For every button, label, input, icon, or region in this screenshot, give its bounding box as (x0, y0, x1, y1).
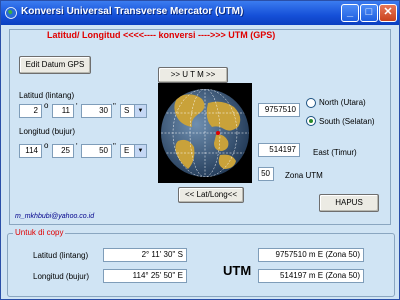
copy-longitude-label: Longitud (bujur) (33, 272, 90, 281)
edit-gps-datum-button[interactable]: Edit Datum GPS (19, 56, 91, 74)
globe-app-icon (5, 7, 17, 19)
second-symbol: " (113, 142, 116, 151)
to-utm-button[interactable]: >> U T M >> (158, 67, 228, 83)
minute-symbol: ' (76, 142, 78, 151)
globe-icon (161, 89, 249, 177)
north-radio-label: North (Utara) (319, 98, 366, 107)
south-radio[interactable] (306, 116, 316, 126)
east-label: East (Timur) (313, 148, 357, 157)
utm-label: UTM (223, 263, 252, 278)
close-button[interactable]: ✕ (379, 4, 397, 22)
copy-latitude-output[interactable]: 2° 11' 30'' S (103, 248, 187, 262)
maximize-button[interactable]: □ (360, 4, 378, 22)
chevron-down-icon[interactable]: ▼ (134, 145, 146, 157)
latitude-label: Latitud (lintang) (19, 91, 75, 100)
zone-input[interactable]: 50 (258, 167, 274, 181)
latitude-minutes-input[interactable]: 11 (52, 104, 74, 118)
to-latlong-button[interactable]: << Lat/Long<< (178, 187, 244, 203)
copy-utm-north-output[interactable]: 9757510 m E (Zona 50) (258, 248, 364, 262)
zone-label: Zona UTM (285, 171, 323, 180)
globe-image (158, 83, 252, 183)
app-window: Konversi Universal Transverse Mercator (… (0, 0, 400, 300)
minimize-button[interactable]: _ (341, 4, 359, 22)
copy-latitude-label: Latitud (lintang) (33, 251, 89, 260)
latitude-hemisphere-value: S (124, 106, 130, 115)
longitude-seconds-input[interactable]: 50 (81, 144, 112, 158)
author-email: m_mkhbubi@yahoo.co.id (15, 213, 95, 220)
hapus-button[interactable]: HAPUS (319, 194, 379, 212)
window-title: Konversi Universal Transverse Mercator (… (21, 6, 244, 17)
copy-group (7, 233, 395, 297)
east-value-input[interactable]: 514197 (258, 143, 300, 157)
minute-symbol: ' (76, 102, 78, 111)
latitude-hemisphere-select[interactable]: S ▼ (120, 104, 147, 118)
longitude-hemisphere-value: E (124, 146, 130, 155)
second-symbol: " (113, 102, 116, 111)
south-radio-label: South (Selatan) (319, 117, 375, 126)
degree-symbol: o (44, 141, 49, 150)
longitude-minutes-input[interactable]: 25 (52, 144, 74, 158)
converter-heading: Latitud/ Longitud <<<<---- konversi ----… (47, 30, 276, 40)
degree-symbol: o (44, 101, 49, 110)
north-radio[interactable] (306, 98, 316, 108)
latitude-seconds-input[interactable]: 30 (81, 104, 112, 118)
longitude-label: Longitud (bujur) (19, 127, 76, 136)
longitude-hemisphere-select[interactable]: E ▼ (120, 144, 147, 158)
title-bar[interactable]: Konversi Universal Transverse Mercator (… (1, 1, 399, 25)
copy-group-title: Untuk di copy (13, 228, 66, 237)
chevron-down-icon[interactable]: ▼ (134, 105, 146, 117)
copy-longitude-output[interactable]: 114° 25' 50'' E (103, 269, 187, 283)
north-value-input[interactable]: 9757510 (258, 103, 300, 117)
copy-utm-east-output[interactable]: 514197 m E (Zona 50) (258, 269, 364, 283)
latitude-degrees-input[interactable]: 2 (19, 104, 42, 118)
longitude-degrees-input[interactable]: 114 (19, 144, 42, 158)
